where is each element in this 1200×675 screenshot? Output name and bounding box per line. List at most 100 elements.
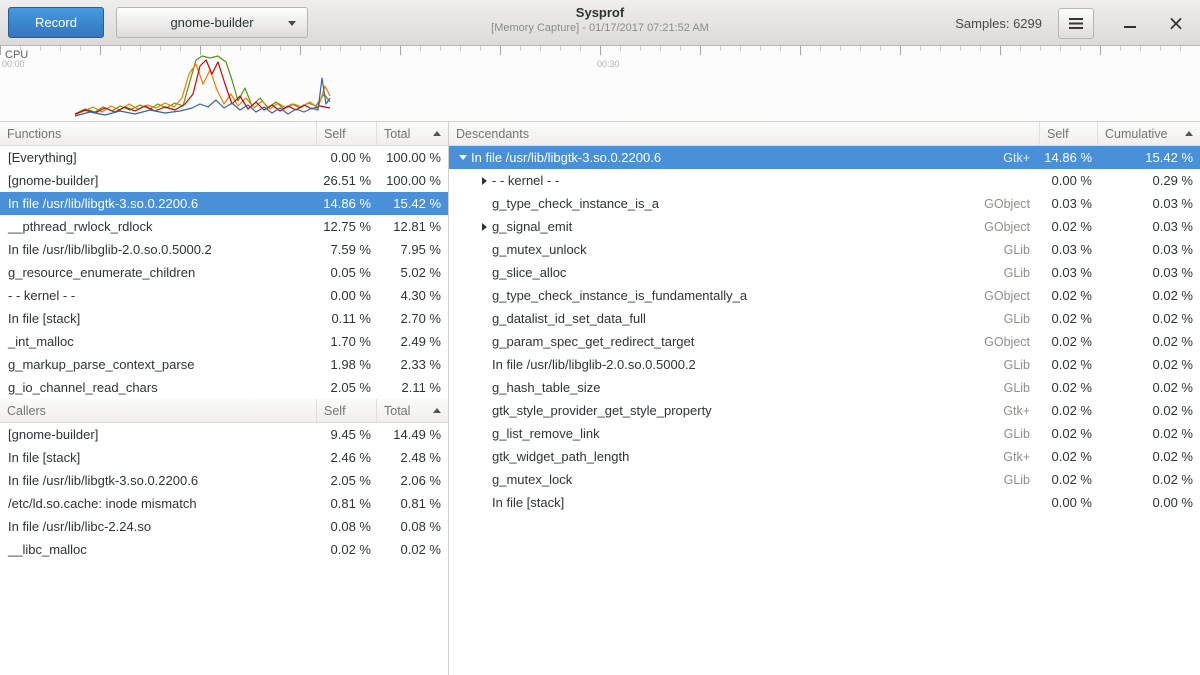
cpu-timeline[interactable]: CPU 00:00 00:30 [0,46,1200,122]
self-column-header[interactable]: Self [1040,122,1098,145]
total-percent: 2.48 % [377,450,448,465]
function-name: _int_malloc [0,334,317,349]
self-percent: 0.02 % [1040,472,1098,487]
total-column-header[interactable]: Total [377,399,448,422]
function-name: g_datalist_id_set_data_full [492,311,646,326]
function-name: In file /usr/lib/libc-2.24.so [0,519,317,534]
table-row[interactable]: g_datalist_id_set_data_full GLib 0.02 % … [449,307,1200,330]
self-percent: 0.02 % [1040,219,1098,234]
total-percent: 0.08 % [377,519,448,534]
self-percent: 0.81 % [317,496,377,511]
table-row[interactable]: g_type_check_instance_is_a GObject 0.03 … [449,192,1200,215]
table-row[interactable]: In file /usr/lib/libglib-2.0.so.0.5000.2… [0,238,448,261]
total-column-label: Total [384,127,410,141]
hamburger-icon [1069,18,1083,29]
self-percent: 0.08 % [317,519,377,534]
cumulative-percent: 0.02 % [1098,426,1200,441]
cumulative-percent: 0.02 % [1098,449,1200,464]
table-row[interactable]: g_resource_enumerate_children 0.05 % 5.0… [0,261,448,284]
descendant-name-cell: g_slice_alloc GLib [449,265,1040,280]
total-percent: 7.95 % [377,242,448,257]
descendant-name-cell: In file /usr/lib/libgtk-3.so.0.2200.6 Gt… [449,150,1040,165]
table-row[interactable]: In file /usr/lib/libgtk-3.so.0.2200.6 Gt… [449,146,1200,169]
table-row[interactable]: g_io_channel_read_chars 2.05 % 2.11 % [0,376,448,399]
sort-arrow-icon [433,131,441,136]
descendant-name-cell: g_type_check_instance_is_fundamentally_a… [449,288,1040,303]
table-row[interactable]: g_hash_table_size GLib 0.02 % 0.02 % [449,376,1200,399]
table-row[interactable]: __pthread_rwlock_rdlock 12.75 % 12.81 % [0,215,448,238]
total-percent: 14.49 % [377,427,448,442]
table-row[interactable]: In file [stack] 2.46 % 2.48 % [0,446,448,469]
cumulative-percent: 0.02 % [1098,380,1200,395]
total-percent: 2.11 % [377,380,448,395]
function-name: In file /usr/lib/libglib-2.0.so.0.5000.2 [0,242,317,257]
self-column-header[interactable]: Self [317,399,377,422]
total-column-header[interactable]: Total [377,122,448,145]
table-row[interactable]: In file /usr/lib/libgtk-3.so.0.2200.6 2.… [0,469,448,492]
table-row[interactable]: g_markup_parse_context_parse 1.98 % 2.33… [0,353,448,376]
table-row[interactable]: In file /usr/lib/libglib-2.0.so.0.5000.2… [449,353,1200,376]
table-row[interactable]: [gnome-builder] 9.45 % 14.49 % [0,423,448,446]
self-percent: 9.45 % [317,427,377,442]
menu-button[interactable] [1058,8,1094,39]
table-row[interactable]: [Everything] 0.00 % 100.00 % [0,146,448,169]
callers-header: Callers Self Total [0,399,448,423]
table-row[interactable]: In file [stack] 0.00 % 0.00 % [449,491,1200,514]
self-percent: 0.02 % [1040,311,1098,326]
function-name: /etc/ld.so.cache: inode mismatch [0,496,317,511]
self-column-header[interactable]: Self [317,122,377,145]
minimize-button[interactable] [1116,9,1144,37]
table-row[interactable]: gtk_widget_path_length Gtk+ 0.02 % 0.02 … [449,445,1200,468]
process-selector-dropdown[interactable]: gnome-builder [116,7,308,38]
record-button[interactable]: Record [8,7,104,38]
self-percent: 0.05 % [317,265,377,280]
table-row[interactable]: /etc/ld.so.cache: inode mismatch 0.81 % … [0,492,448,515]
function-name: In file /usr/lib/libglib-2.0.so.0.5000.2 [492,357,696,372]
function-name: g_markup_parse_context_parse [0,357,317,372]
library-badge: GObject [984,289,1040,303]
self-percent: 0.02 % [1040,403,1098,418]
function-name: g_type_check_instance_is_a [492,196,659,211]
cumulative-percent: 0.00 % [1098,495,1200,510]
table-row[interactable]: [gnome-builder] 26.51 % 100.00 % [0,169,448,192]
table-row[interactable]: gtk_style_provider_get_style_property Gt… [449,399,1200,422]
expander-icon[interactable] [476,223,492,231]
self-percent: 1.98 % [317,357,377,372]
total-percent: 15.42 % [377,196,448,211]
library-badge: Gtk+ [1003,450,1040,464]
table-row[interactable]: g_mutex_unlock GLib 0.03 % 0.03 % [449,238,1200,261]
process-selector-label: gnome-builder [170,15,253,30]
function-name: g_io_channel_read_chars [0,380,317,395]
cumulative-percent: 0.03 % [1098,219,1200,234]
table-row[interactable]: g_signal_emit GObject 0.02 % 0.03 % [449,215,1200,238]
table-row[interactable]: g_slice_alloc GLib 0.03 % 0.03 % [449,261,1200,284]
expander-icon[interactable] [455,155,471,160]
sort-arrow-icon [433,408,441,413]
table-row[interactable]: _int_malloc 1.70 % 2.49 % [0,330,448,353]
table-row[interactable]: g_type_check_instance_is_fundamentally_a… [449,284,1200,307]
callers-table: [gnome-builder] 9.45 % 14.49 % In file [… [0,423,448,561]
table-row[interactable]: __libc_malloc 0.02 % 0.02 % [0,538,448,561]
table-row[interactable]: In file [stack] 0.11 % 2.70 % [0,307,448,330]
header-bar: Record gnome-builder Sysprof [Memory Cap… [0,0,1200,46]
table-row[interactable]: In file /usr/lib/libgtk-3.so.0.2200.6 14… [0,192,448,215]
cumulative-percent: 0.03 % [1098,196,1200,211]
descendant-name-cell: In file [stack] [449,495,1040,510]
table-row[interactable]: g_mutex_lock GLib 0.02 % 0.02 % [449,468,1200,491]
header-right-controls: Samples: 6299 × [955,0,1190,46]
functions-column-header[interactable]: Functions [0,122,317,145]
table-row[interactable]: g_list_remove_link GLib 0.02 % 0.02 % [449,422,1200,445]
table-row[interactable]: In file /usr/lib/libc-2.24.so 0.08 % 0.0… [0,515,448,538]
table-row[interactable]: - - kernel - - 0.00 % 0.29 % [449,169,1200,192]
callers-column-header[interactable]: Callers [0,399,317,422]
close-button[interactable]: × [1162,9,1190,37]
function-name: [Everything] [0,150,317,165]
table-row[interactable]: - - kernel - - 0.00 % 4.30 % [0,284,448,307]
cumulative-column-header[interactable]: Cumulative [1098,122,1200,145]
table-row[interactable]: g_param_spec_get_redirect_target GObject… [449,330,1200,353]
descendants-column-header[interactable]: Descendants [449,122,1040,145]
expander-icon[interactable] [476,177,492,185]
descendant-name-cell: g_param_spec_get_redirect_target GObject [449,334,1040,349]
self-percent: 14.86 % [317,196,377,211]
function-name: g_mutex_lock [492,472,572,487]
